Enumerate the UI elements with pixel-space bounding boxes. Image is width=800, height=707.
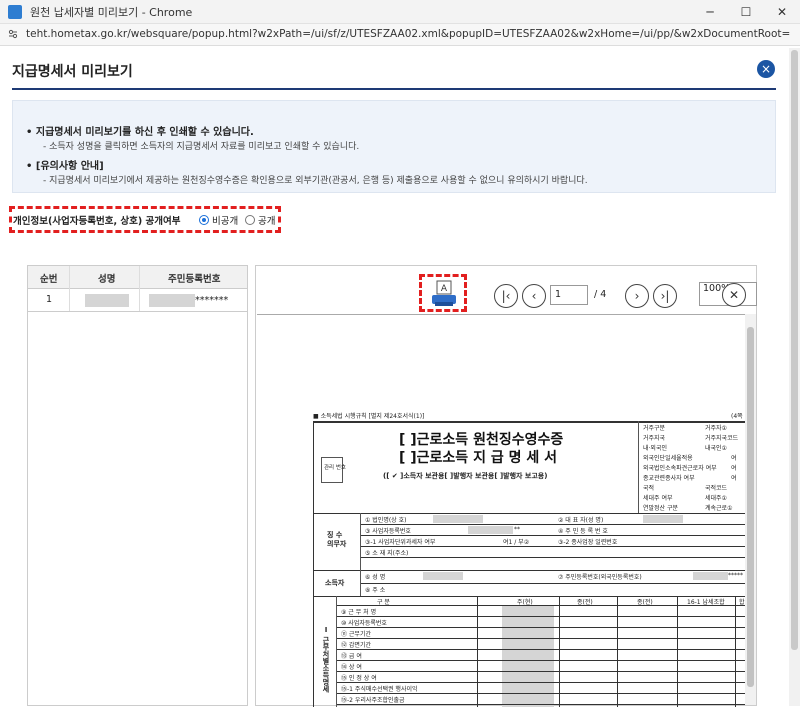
payer-row-1r: ② 대 표 자(성 명)	[558, 517, 604, 524]
payer-row-4: ⑤ 소 재 지(주소)	[365, 550, 409, 557]
mgmt-no-box: 관리 번호	[321, 457, 346, 483]
page-input[interactable]: 1	[550, 285, 588, 305]
scrollbar-thumb[interactable]	[747, 327, 754, 687]
window-titlebar: 원천 납세자별 미리보기 - Chrome ─ ☐ ✕	[0, 0, 800, 24]
earner-list: 순번 성명 주민등록번호 1 *******	[27, 265, 248, 706]
earner-row-1: ⑥ 성 명	[365, 574, 386, 581]
maximize-button[interactable]: ☐	[728, 0, 764, 24]
print-icon[interactable]: A	[430, 280, 458, 308]
notice-text-2: - 지급명세서 미리보기에서 제공하는 원천징수영수증은 확인용으로 외부기관(…	[43, 176, 588, 186]
payer-row-3: ③-1 사업자단위과세자 여부	[365, 539, 436, 546]
viewer-scrollbar[interactable]	[745, 314, 756, 705]
payer-row-3r: ③-2 종사업장 일련번호	[558, 539, 618, 546]
page-title: 지급명세서 미리보기	[12, 64, 133, 80]
form-title-1: [ ]근로소득 원천징수영수증	[399, 432, 564, 448]
app-icon	[8, 5, 22, 19]
close-icon[interactable]: ×	[757, 60, 775, 78]
form-law: ■ 소득세법 시행규칙 [별지 제24호서식(1)]	[313, 413, 425, 420]
page-scrollbar[interactable]	[789, 48, 800, 706]
minimize-button[interactable]: ─	[692, 0, 728, 24]
payer-row-2r: ④ 주 민 등 록 번 호	[558, 528, 608, 535]
address-bar[interactable]: teht.hometax.go.kr/websquare/popup.html?…	[0, 24, 800, 46]
zoom-close-button[interactable]: ✕	[722, 283, 746, 307]
rrn-suffix: *******	[195, 295, 229, 306]
notice-heading-1: • 지급명세서 미리보기를 하신 후 인쇄할 수 있습니다.	[26, 127, 254, 138]
masked-rrn	[149, 294, 195, 307]
masked-name[interactable]	[85, 294, 129, 307]
form-page-mark: (4쪽	[731, 413, 743, 420]
radio-public[interactable]	[245, 215, 255, 225]
payer-label-cell: 징 수 의무자	[313, 513, 361, 570]
first-page-button[interactable]: |‹	[494, 284, 518, 308]
col-rrn: 주민등록번호	[168, 274, 221, 285]
table-row[interactable]: 1 *******	[28, 289, 247, 312]
earner-label-cell: 소득자	[313, 570, 361, 596]
last-page-button[interactable]: ›|	[653, 284, 677, 308]
print-icon-letter: A	[441, 284, 448, 294]
notice-text-1: - 소득자 성명을 클릭하면 소득자의 지급명세서 자료를 미리보고 인쇄할 수…	[43, 142, 360, 152]
site-info-icon[interactable]	[8, 29, 18, 39]
notice-box: • 지급명세서 미리보기를 하신 후 인쇄할 수 있습니다. - 소득자 성명을…	[12, 100, 776, 193]
next-page-button[interactable]: ›	[625, 284, 649, 308]
prev-page-button[interactable]: ‹	[522, 284, 546, 308]
document-page: ■ 소득세법 시행규칙 [별지 제24호서식(1)] (4쪽 관리 번호 [ ]…	[257, 314, 745, 707]
url-text[interactable]: teht.hometax.go.kr/websquare/popup.html?…	[26, 28, 790, 40]
vertical-label-cell: Ⅰ 근무처별소득명세	[313, 596, 337, 707]
col-name: 성명	[98, 274, 116, 285]
privacy-label: 개인정보(사업자등록번호, 상호) 공개여부	[13, 216, 181, 227]
form-title-2: [ ]근로소득 지 급 명 세 서	[399, 450, 557, 466]
notice-heading-2: • [유의사항 안내]	[26, 161, 104, 172]
document-viewer: A |‹ ‹ 1 / 4 › ›| 100% ✕ ■ 소득세법 시행규칙 [별지…	[255, 265, 757, 707]
income-table: 구 분 주(현) 종(전) 종(전) 16-1 납세조합 합 ⑨ 근 무 처 명…	[337, 596, 745, 707]
page-total: / 4	[594, 289, 607, 300]
earner-row-2: ⑧ 주 소	[365, 587, 386, 594]
window-title: 원천 납세자별 미리보기 - Chrome	[30, 6, 193, 19]
row-no: 1	[46, 294, 53, 305]
radio-private-label[interactable]: 비공개	[212, 213, 238, 227]
title-divider	[12, 88, 776, 90]
list-header: 순번 성명 주민등록번호	[28, 266, 247, 289]
tax-form: ■ 소득세법 시행규칙 [별지 제24호서식(1)] (4쪽 관리 번호 [ ]…	[313, 411, 745, 707]
radio-public-label[interactable]: 공개	[258, 213, 275, 227]
payer-row-2: ③ 사업자등록번호	[365, 528, 411, 535]
page-scrollbar-thumb[interactable]	[791, 50, 798, 650]
col-no: 순번	[40, 274, 58, 285]
window-close-button[interactable]: ✕	[764, 0, 800, 24]
viewer-toolbar: A |‹ ‹ 1 / 4 › ›| 100% ✕	[256, 266, 757, 314]
payer-row-1: ① 법인명(상 호)	[365, 517, 407, 524]
radio-private[interactable]	[199, 215, 209, 225]
earner-rrn: ⑦ 주민등록번호(외국인등록번호)	[558, 574, 642, 581]
resident-grid: 거주구분 거주자① 거주지국 거주지국코드 내·외국인 내국인① 외국인단일세율…	[638, 421, 745, 513]
form-subtitle: ([ ✔ ]소득자 보관용[ ]발행자 보관용[ ]발행자 보고용)	[383, 472, 548, 480]
